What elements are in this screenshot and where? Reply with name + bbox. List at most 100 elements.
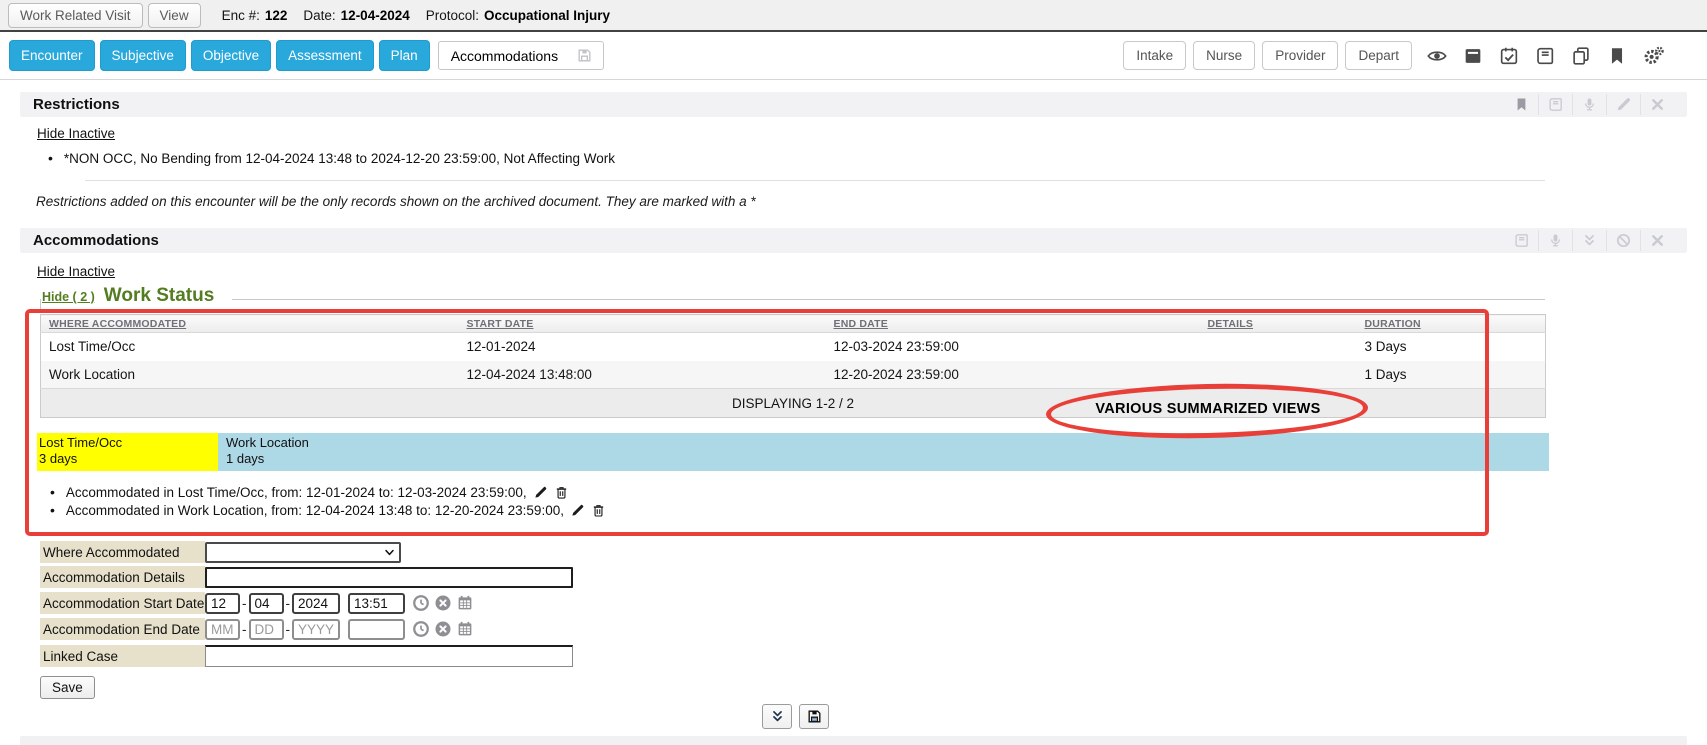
summary-block-duration: 1 days	[226, 451, 1549, 467]
cell-details	[1208, 333, 1365, 361]
col-end-date[interactable]: END DATE	[834, 315, 1208, 333]
book-icon[interactable]	[1538, 94, 1572, 115]
end-year-input[interactable]	[292, 619, 340, 640]
cell-where: Lost Time/Occ	[41, 333, 467, 361]
tab-assessment[interactable]: Assessment	[276, 40, 374, 71]
start-month-input[interactable]	[205, 593, 240, 614]
clear-x-circle-icon[interactable]	[434, 620, 452, 638]
accommodation-summary-text: Accommodated in Lost Time/Occ, from: 12-…	[66, 485, 527, 500]
settings-gears-icon[interactable]	[1642, 45, 1664, 67]
linked-case-label: Linked Case	[40, 645, 205, 667]
clock-icon[interactable]	[412, 594, 430, 612]
restrictions-title: Restrictions	[33, 96, 120, 113]
annotation-text: VARIOUS SUMMARIZED VIEWS	[1063, 401, 1353, 417]
summary-block-duration: 3 days	[39, 451, 218, 467]
linked-case-input[interactable]	[205, 645, 573, 667]
end-time-input[interactable]	[348, 619, 405, 640]
summary-block-label: Lost Time/Occ	[39, 435, 218, 451]
protocol-label: Protocol:	[426, 8, 479, 23]
cell-end: 12-03-2024 23:59:00	[834, 333, 1208, 361]
disable-icon[interactable]	[1606, 230, 1640, 251]
copy-pages-icon[interactable]	[1570, 45, 1592, 67]
bullet-dot: •	[50, 502, 55, 518]
restriction-item: • *NON OCC, No Bending from 12-04-2024 1…	[48, 150, 615, 166]
table-row: Work Location 12-04-2024 13:48:00 12-20-…	[41, 361, 1546, 389]
accommodations-header: Accommodations	[20, 228, 1687, 253]
end-month-input[interactable]	[205, 619, 240, 640]
summary-block-label: Work Location	[226, 435, 1549, 451]
view-button[interactable]: View	[148, 3, 201, 28]
calendar-picker-icon[interactable]	[456, 594, 474, 612]
accommodations-hide-inactive-link[interactable]: Hide Inactive	[37, 264, 115, 279]
restrictions-hide-inactive-link[interactable]: Hide Inactive	[37, 126, 115, 141]
cell-details	[1208, 361, 1365, 389]
expand-more-button[interactable]	[762, 704, 792, 729]
accommodation-end-date-label: Accommodation End Date	[40, 618, 205, 640]
microphone-icon[interactable]	[1572, 94, 1606, 115]
close-icon[interactable]	[1640, 230, 1674, 251]
clear-x-circle-icon[interactable]	[434, 594, 452, 612]
col-start-date[interactable]: START DATE	[467, 315, 834, 333]
accommodation-details-input[interactable]	[205, 567, 573, 588]
restrictions-header-icons	[1504, 92, 1674, 117]
save-section-button[interactable]	[799, 704, 829, 729]
col-where-accommodated[interactable]: WHERE ACCOMMODATED	[41, 315, 467, 333]
accommodation-summary-item: • Accommodated in Work Location, from: 1…	[50, 502, 606, 518]
col-duration[interactable]: DURATION	[1365, 315, 1546, 333]
form-row-details: Accommodation Details	[40, 566, 573, 588]
start-day-input[interactable]	[249, 593, 284, 614]
nav-right-group: Intake Nurse Provider Depart	[1123, 41, 1698, 70]
cell-start: 12-01-2024	[467, 333, 834, 361]
work-status-group-title: Work Status	[104, 286, 215, 306]
nurse-button[interactable]: Nurse	[1193, 41, 1255, 70]
intake-button[interactable]: Intake	[1123, 41, 1186, 70]
close-icon[interactable]	[1640, 94, 1674, 115]
tab-encounter[interactable]: Encounter	[9, 40, 95, 71]
cell-where: Work Location	[41, 361, 467, 389]
save-floppy-icon[interactable]	[576, 47, 593, 64]
microphone-icon[interactable]	[1538, 230, 1572, 251]
calendar-picker-icon[interactable]	[456, 620, 474, 638]
tab-objective[interactable]: Objective	[191, 40, 271, 71]
bookmark-icon[interactable]	[1504, 94, 1538, 115]
form-row-end-date: Accommodation End Date - -	[40, 618, 474, 640]
collapse-chevrons-icon[interactable]	[1572, 230, 1606, 251]
end-day-input[interactable]	[249, 619, 284, 640]
book-icon[interactable]	[1534, 45, 1556, 67]
start-time-input[interactable]	[348, 593, 405, 614]
accommodation-start-date-label: Accommodation Start Date	[40, 592, 205, 614]
calendar-check-icon[interactable]	[1498, 45, 1520, 67]
col-details[interactable]: DETAILS	[1208, 315, 1365, 333]
work-status-collapse-link[interactable]: Hide ( 2 )	[42, 290, 95, 306]
save-button[interactable]: Save	[40, 676, 95, 699]
edit-pencil-icon[interactable]	[533, 485, 548, 500]
active-tab-label: Accommodations	[451, 48, 558, 64]
depart-button[interactable]: Depart	[1345, 41, 1412, 70]
top-bar: Work Related Visit View Enc #: 122 Date:…	[0, 0, 1707, 32]
eye-icon[interactable]	[1426, 45, 1448, 67]
nav-bar: Encounter Subjective Objective Assessmen…	[0, 32, 1707, 80]
restrictions-separator	[85, 180, 1545, 181]
date-value: 12-04-2024	[341, 8, 410, 23]
bookmark-icon[interactable]	[1606, 45, 1628, 67]
clock-icon[interactable]	[412, 620, 430, 638]
book-icon[interactable]	[1504, 230, 1538, 251]
tab-accommodations-active[interactable]: Accommodations	[438, 41, 604, 70]
edit-pencil-icon[interactable]	[1606, 94, 1640, 115]
delete-trash-icon[interactable]	[591, 503, 606, 518]
where-accommodated-label: Where Accommodated	[40, 541, 205, 563]
start-year-input[interactable]	[292, 593, 340, 614]
archive-box-icon[interactable]	[1462, 45, 1484, 67]
summary-timeline-bar: Lost Time/Occ 3 days Work Location 1 day…	[37, 433, 1549, 471]
enc-value: 122	[265, 8, 288, 23]
provider-button[interactable]: Provider	[1262, 41, 1338, 70]
cell-start: 12-04-2024 13:48:00	[467, 361, 834, 389]
work-related-visit-button[interactable]: Work Related Visit	[8, 3, 143, 28]
delete-trash-icon[interactable]	[554, 485, 569, 500]
work-status-group-border	[232, 299, 1545, 300]
bullet-dot: •	[50, 484, 55, 500]
where-accommodated-select[interactable]	[205, 542, 401, 563]
tab-subjective[interactable]: Subjective	[100, 40, 186, 71]
edit-pencil-icon[interactable]	[570, 503, 585, 518]
tab-plan[interactable]: Plan	[379, 40, 430, 71]
